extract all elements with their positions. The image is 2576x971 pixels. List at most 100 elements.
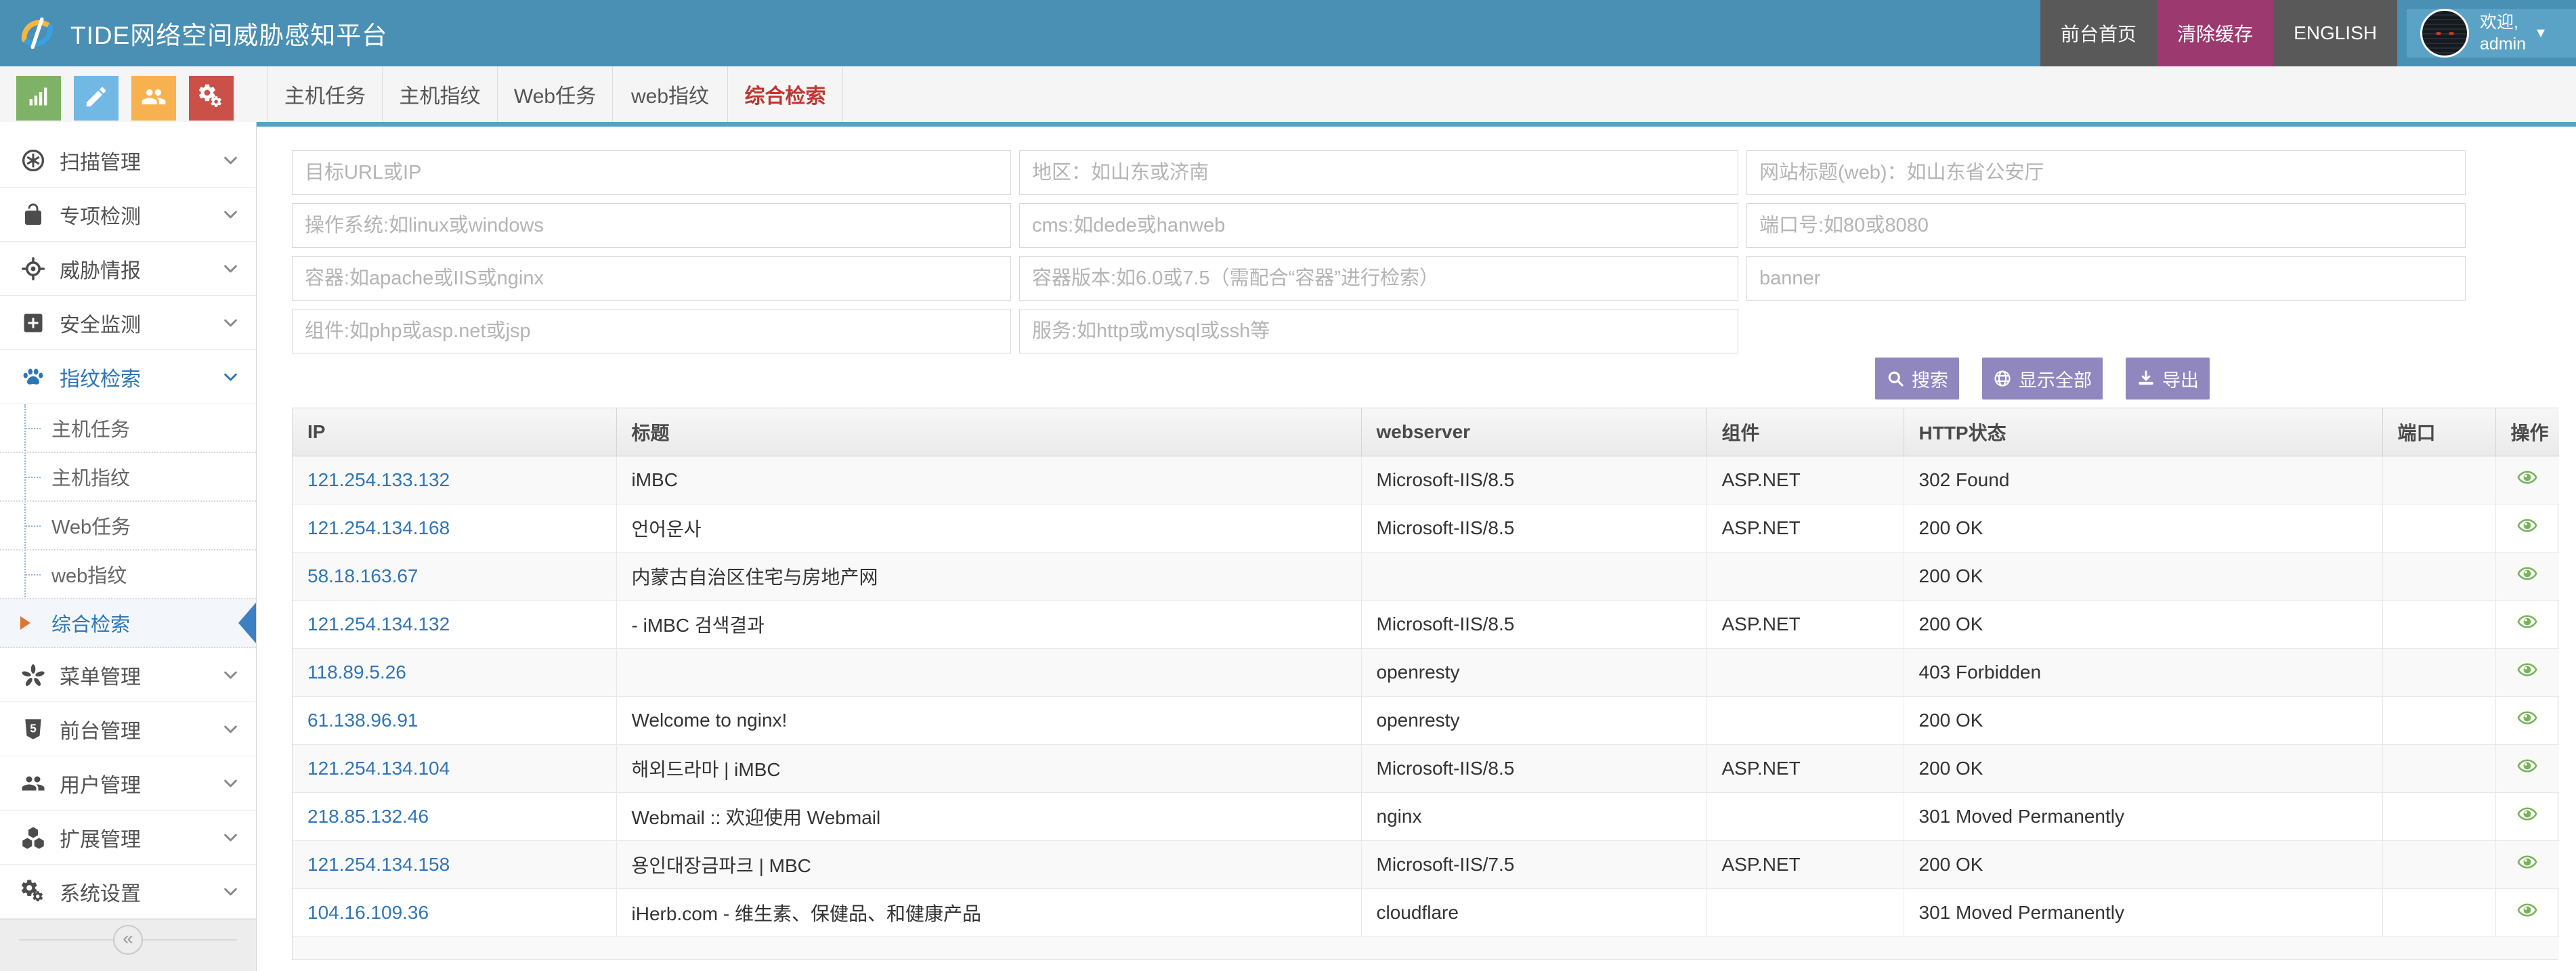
tab-host-fingerprint[interactable]: 主机指纹: [383, 66, 498, 122]
port-cell: [2382, 792, 2495, 840]
target-url-ip-input[interactable]: [292, 150, 1011, 195]
eye-icon[interactable]: [2514, 611, 2540, 632]
ip-link[interactable]: 118.89.5.26: [307, 662, 406, 683]
tab-host-task[interactable]: 主机任务: [267, 66, 383, 122]
column-header: HTTP状态: [1904, 408, 2382, 456]
sidebar-item-system-settings-label: 系统设置: [60, 877, 141, 907]
download-icon: [2137, 369, 2155, 388]
banner-input[interactable]: [1746, 256, 2466, 301]
ip-link[interactable]: 121.254.134.132: [307, 613, 450, 634]
ip-link[interactable]: 121.254.134.168: [307, 517, 450, 538]
ip-link[interactable]: 104.16.109.36: [307, 902, 429, 923]
sidebar-sub-host-task[interactable]: 主机任务: [0, 404, 256, 453]
sidebar-item-fingerprint-search[interactable]: 指纹检索: [0, 350, 256, 404]
table-header-row: IP标题webserver组件HTTP状态端口操作: [293, 408, 2559, 456]
sidebar-item-menu-management[interactable]: 菜单管理: [0, 648, 256, 702]
webserver-cell: [1361, 552, 1706, 600]
eye-icon[interactable]: [2514, 852, 2540, 872]
region-input[interactable]: [1019, 150, 1738, 195]
sidebar-sub-web-task[interactable]: Web任务: [0, 502, 256, 551]
http_status-cell: 200 OK: [1904, 504, 2382, 552]
ip-link[interactable]: 121.254.133.132: [307, 469, 450, 490]
eye-icon[interactable]: [2514, 515, 2540, 536]
cms-input[interactable]: [1019, 203, 1738, 248]
english-button[interactable]: ENGLISH: [2273, 0, 2397, 66]
sidebar-item-fingerprint-search-label: 指纹检索: [60, 362, 141, 392]
chevron-down-icon: [221, 882, 240, 901]
sidebar-item-frontend-management[interactable]: 5前台管理: [0, 702, 256, 756]
ip-link[interactable]: 121.254.134.104: [307, 758, 450, 779]
component-cell: ASP.NET: [1706, 600, 1904, 648]
user-menu[interactable]: 欢迎,admin ▼: [2407, 9, 2576, 58]
caret-down-icon[interactable]: ▼: [2534, 26, 2548, 41]
chart-quick-button[interactable]: [16, 76, 61, 121]
sidebar-footer: «: [0, 919, 256, 971]
eye-icon[interactable]: [2514, 900, 2540, 920]
sidebar-collapse-button[interactable]: «: [113, 925, 143, 955]
front-home-button[interactable]: 前台首页: [2040, 0, 2157, 66]
eye-icon[interactable]: [2514, 563, 2540, 584]
sidebar-item-threat-intel[interactable]: 威胁情报: [0, 242, 256, 296]
show-all-button[interactable]: 显示全部: [1982, 358, 2103, 400]
ip-link[interactable]: 61.138.96.91: [307, 710, 418, 731]
eye-icon[interactable]: [2514, 660, 2540, 680]
clear-cache-button[interactable]: 清除缓存: [2157, 0, 2273, 66]
port-cell: [2382, 504, 2495, 552]
sidebar-item-scan-management[interactable]: 扫描管理: [0, 133, 256, 188]
http_status-cell: 301 Moved Permanently: [1904, 792, 2382, 840]
sidebar-sub-web-fingerprint[interactable]: web指纹: [0, 551, 256, 599]
ip-link[interactable]: 121.254.134.158: [307, 854, 450, 875]
component-cell: ASP.NET: [1706, 744, 1904, 792]
webserver-cell: Microsoft-IIS/8.5: [1361, 456, 1706, 504]
sidebar-item-special-detection[interactable]: 专项检测: [0, 188, 256, 242]
sidebar: 扫描管理专项检测威胁情报安全监测指纹检索主机任务主机指纹Web任务web指纹综合…: [0, 122, 257, 971]
sidebar-sub-comprehensive-search-label: 综合检索: [51, 609, 130, 637]
sidebar-sub-comprehensive-search[interactable]: 综合检索: [0, 599, 256, 648]
globe-icon: [1993, 369, 2012, 388]
tab-comprehensive-search[interactable]: 综合检索: [728, 66, 843, 122]
tabs: 主机任务主机指纹Web任务web指纹综合检索: [267, 66, 843, 122]
burst-icon: [18, 663, 49, 687]
edit-quick-button[interactable]: [74, 76, 119, 121]
tab-web-fingerprint[interactable]: web指纹: [613, 66, 728, 122]
avatar[interactable]: [2420, 9, 2469, 58]
search-button[interactable]: 搜索: [1875, 358, 1959, 400]
sidebar-sub-host-fingerprint[interactable]: 主机指纹: [0, 453, 256, 502]
table-row: 61.138.96.91Welcome to nginx!openresty20…: [293, 696, 2559, 744]
port-cell: [2382, 744, 2495, 792]
crosshair-icon: [18, 257, 49, 281]
http_status-cell: 403 Forbidden: [1904, 648, 2382, 696]
webserver-cell: Microsoft-IIS/7.5: [1361, 840, 1706, 888]
component-input[interactable]: [292, 309, 1011, 353]
unlock-icon: [18, 202, 49, 227]
ip-link[interactable]: 218.85.132.46: [307, 806, 429, 827]
container-input[interactable]: [292, 256, 1011, 301]
os-input[interactable]: [292, 203, 1011, 248]
submenu: 主机任务主机指纹Web任务web指纹综合检索: [0, 404, 256, 648]
tab-web-task[interactable]: Web任务: [498, 66, 613, 122]
export-button[interactable]: 导出: [2126, 358, 2210, 400]
eye-icon[interactable]: [2514, 756, 2540, 776]
ip-link[interactable]: 58.18.163.67: [307, 565, 418, 586]
settings-quick-button[interactable]: [189, 76, 234, 121]
action-cell: [2495, 840, 2559, 888]
container-version-input[interactable]: [1019, 256, 1738, 301]
eye-icon[interactable]: [2514, 804, 2540, 824]
sidebar-item-extension-management-label: 扩展管理: [60, 823, 141, 853]
sidebar-item-extension-management[interactable]: 扩展管理: [0, 811, 256, 865]
service-input[interactable]: [1019, 309, 1738, 353]
sidebar-item-system-settings[interactable]: 系统设置: [0, 865, 256, 919]
sidebar-item-user-management[interactable]: 用户管理: [0, 756, 256, 811]
site-title-input[interactable]: [1746, 150, 2466, 195]
users-icon: [141, 84, 167, 113]
sidebar-item-security-monitor[interactable]: 安全监测: [0, 296, 256, 350]
tab-bar: 主机任务主机指纹Web任务web指纹综合检索: [0, 66, 2576, 122]
eye-icon[interactable]: [2514, 467, 2540, 488]
port-input[interactable]: [1746, 203, 2466, 248]
users-quick-button[interactable]: [131, 76, 176, 121]
results-table: IP标题webserver组件HTTP状态端口操作 121.254.133.13…: [293, 408, 2559, 959]
chevron-down-icon: [221, 666, 240, 684]
port-cell: [2382, 552, 2495, 600]
action-cell: [2495, 696, 2559, 744]
eye-icon[interactable]: [2514, 708, 2540, 728]
